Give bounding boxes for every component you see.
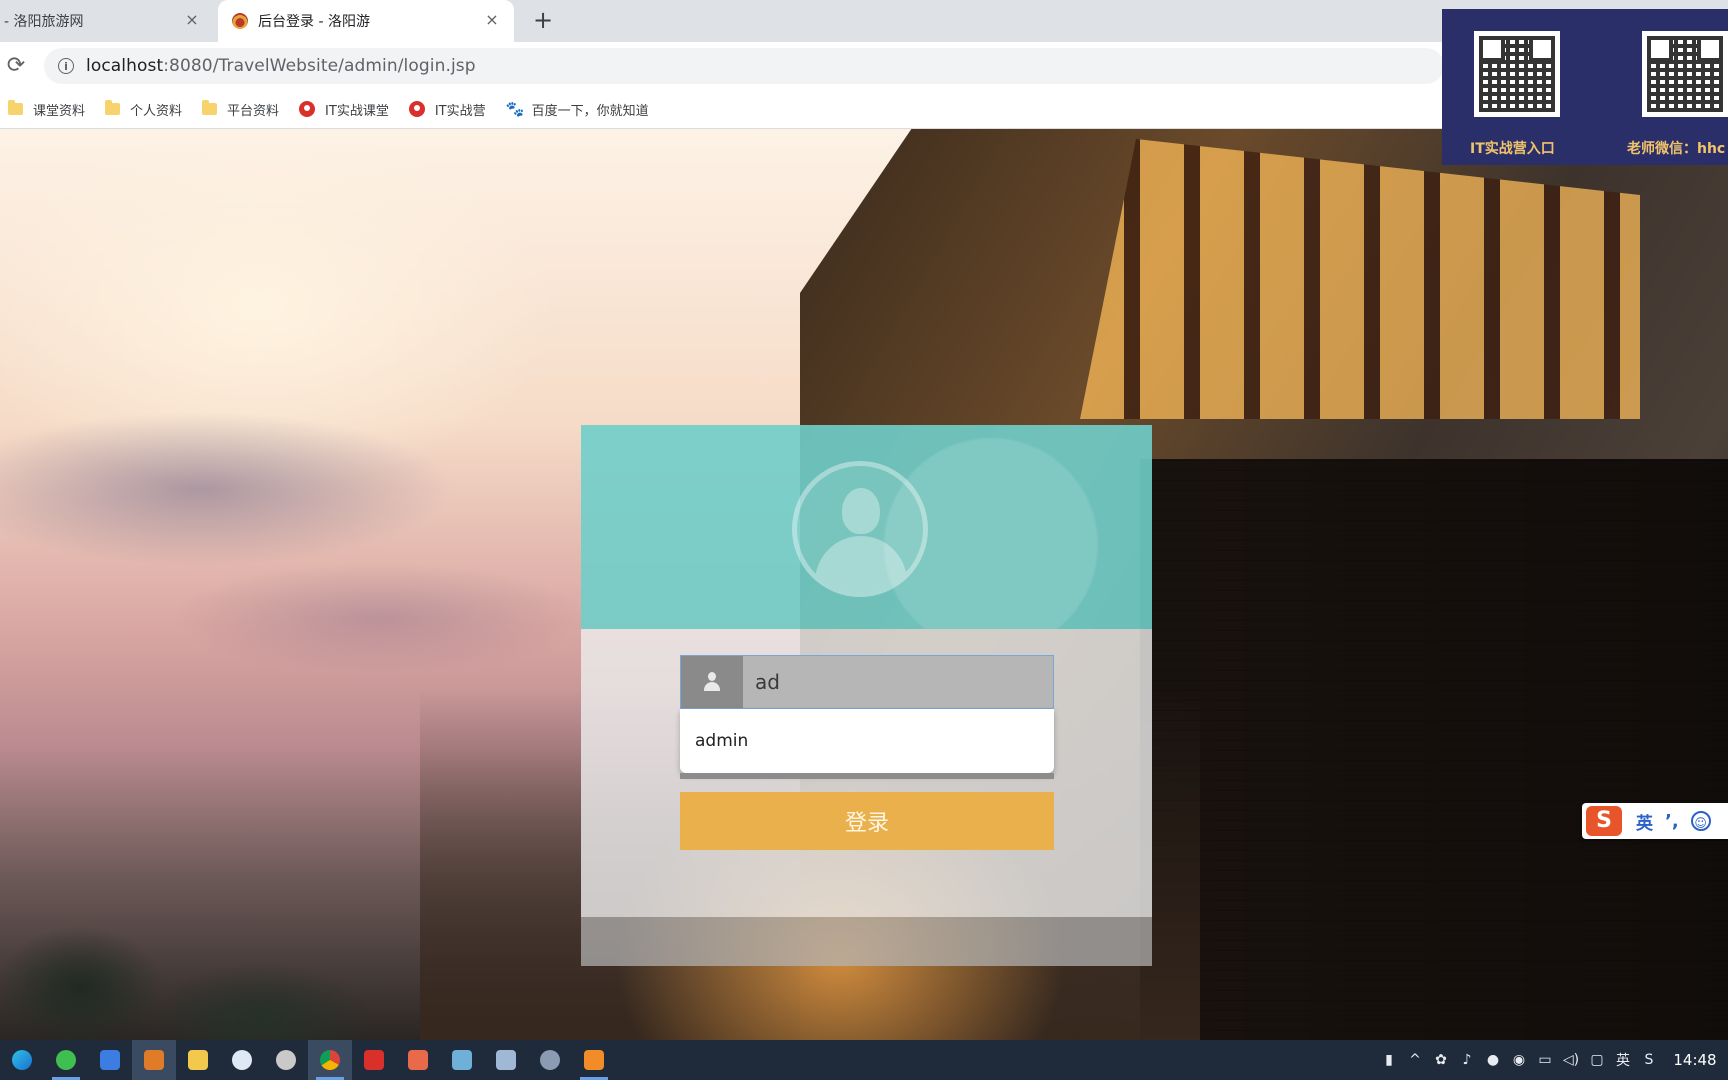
login-card-header <box>581 425 1152 629</box>
bookmark-item[interactable]: IT实战课堂 <box>299 100 389 119</box>
bookmark-item[interactable]: IT实战营 <box>408 100 486 119</box>
game-app-icon[interactable] <box>264 1040 308 1080</box>
bookmark-item[interactable]: 课堂资料 <box>8 100 85 119</box>
page-background: admin 登录 <box>0 129 1728 1040</box>
url-text: localhost:8080/TravelWebsite/admin/login… <box>86 56 476 76</box>
qr-code-icon <box>1474 31 1560 117</box>
username-field-group <box>680 655 1054 709</box>
wps-icon[interactable] <box>352 1040 396 1080</box>
feather-app-icon[interactable] <box>88 1040 132 1080</box>
qr-code-panel: IT实战营入口 老师微信：hhc <box>1442 9 1728 165</box>
site-favicon-icon <box>232 13 248 29</box>
ime-punctuation-toggle[interactable]: ’, <box>1665 811 1679 832</box>
new-tab-button[interactable]: + <box>530 8 556 34</box>
orange-app-icon[interactable] <box>572 1040 616 1080</box>
ime-language-toggle[interactable]: 英 <box>1636 809 1653 834</box>
autocomplete-dropdown: admin <box>680 709 1054 773</box>
qr-label: 老师微信：hhc <box>1627 141 1726 157</box>
user-icon <box>703 672 721 692</box>
system-tray: ▮ ^ ✿ ♪ ● ◉ ▭ ◁) ▢ 英 S 14:48 <box>1376 1040 1728 1080</box>
pdf-app-icon[interactable] <box>396 1040 440 1080</box>
folder-icon <box>8 100 23 115</box>
qq-icon[interactable]: ◉ <box>1506 1040 1532 1080</box>
chevron-up-icon[interactable]: ^ <box>1402 1040 1428 1080</box>
keyboard-icon[interactable]: ▭ <box>1532 1040 1558 1080</box>
qr-code-icon <box>1642 31 1728 117</box>
shield-icon <box>299 101 316 117</box>
tab-title: 后台登录 - 洛阳游 <box>258 14 370 30</box>
network-icon[interactable]: ▢ <box>1584 1040 1610 1080</box>
autocomplete-option[interactable]: admin <box>680 731 748 751</box>
volume-icon[interactable]: ◁) <box>1558 1040 1584 1080</box>
remote-desktop-icon[interactable] <box>484 1040 528 1080</box>
bookmark-item[interactable]: 平台资料 <box>202 100 279 119</box>
system-clock[interactable]: 14:48 <box>1662 1051 1728 1069</box>
emoji-icon[interactable]: ☺ <box>1690 811 1711 831</box>
wechat-tray-icon[interactable]: ● <box>1480 1040 1506 1080</box>
folder-icon <box>202 100 218 115</box>
close-icon[interactable]: × <box>182 10 202 30</box>
bookmark-item[interactable]: 🐾 百度一下，你就知道 <box>506 100 649 119</box>
username-addon <box>681 656 743 708</box>
input-language-indicator[interactable]: 英 <box>1610 1040 1636 1080</box>
sogou-logo-icon: S <box>1586 806 1622 836</box>
settings-app-icon[interactable] <box>528 1040 572 1080</box>
avatar-icon <box>792 461 928 597</box>
sogou-tray-icon[interactable]: S <box>1636 1040 1662 1080</box>
background-trees <box>0 889 420 1040</box>
bookmark-item[interactable]: 个人资料 <box>105 100 182 119</box>
reload-icon[interactable]: ⟳ <box>2 52 30 80</box>
paw-icon: 🐾 <box>505 100 525 118</box>
username-input[interactable] <box>743 656 1053 708</box>
password-field[interactable] <box>680 773 1054 779</box>
login-form: admin 登录 <box>581 629 1152 917</box>
tab-title: - 洛阳旅游网 <box>4 14 84 30</box>
tab-luoyang-travel[interactable]: - 洛阳旅游网 × <box>0 0 214 42</box>
close-icon[interactable]: × <box>482 10 502 30</box>
flower-app-icon[interactable]: ✿ <box>1428 1040 1454 1080</box>
ime-toolbar[interactable]: S 英 ’, ☺ <box>1582 803 1728 839</box>
notes-app-icon[interactable] <box>440 1040 484 1080</box>
edge-icon[interactable] <box>0 1040 44 1080</box>
info-icon[interactable]: i <box>58 58 74 74</box>
file-explorer-icon[interactable] <box>176 1040 220 1080</box>
chrome-icon[interactable] <box>308 1040 352 1080</box>
recorder-app-icon[interactable] <box>132 1040 176 1080</box>
wechat-icon[interactable] <box>44 1040 88 1080</box>
qr-label: IT实战营入口 <box>1470 141 1555 157</box>
url-input[interactable]: i localhost:8080/TravelWebsite/admin/log… <box>44 48 1444 84</box>
login-card-footer <box>581 917 1152 966</box>
microphone-icon[interactable]: ♪ <box>1454 1040 1480 1080</box>
battery-icon[interactable]: ▮ <box>1376 1040 1402 1080</box>
shield-icon <box>408 101 425 117</box>
background-brick-wall <box>1140 459 1728 1040</box>
tab-admin-login[interactable]: 后台登录 - 洛阳游 × <box>218 0 514 42</box>
login-card: admin 登录 <box>581 425 1152 966</box>
folder-icon <box>105 100 121 115</box>
login-button[interactable]: 登录 <box>680 792 1054 850</box>
network-app-icon[interactable] <box>220 1040 264 1080</box>
taskbar: ▮ ^ ✿ ♪ ● ◉ ▭ ◁) ▢ 英 S 14:48 <box>0 1040 1728 1080</box>
